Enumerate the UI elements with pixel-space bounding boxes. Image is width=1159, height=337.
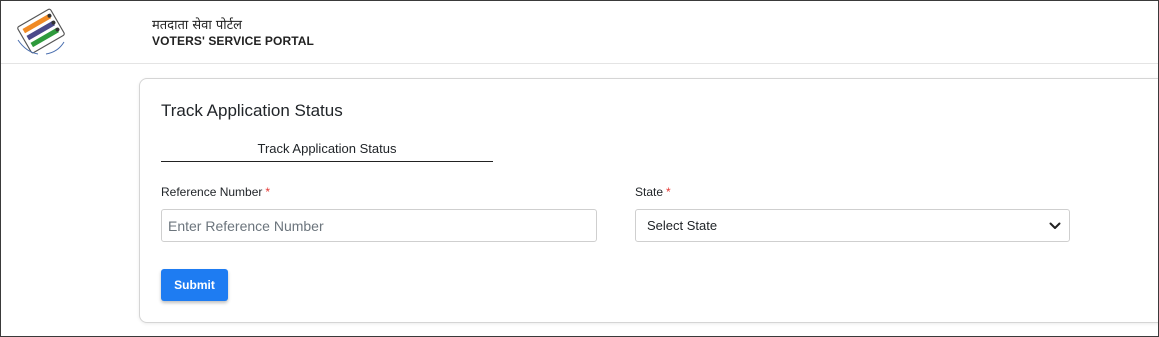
track-status-card: Track Application Status Track Applicati… bbox=[139, 78, 1159, 323]
chevron-down-icon bbox=[1049, 222, 1061, 229]
reference-number-label: Reference Number * bbox=[161, 185, 270, 199]
required-marker: * bbox=[265, 185, 271, 199]
site-header: मतदाता सेवा पोर्टल VOTERS' SERVICE PORTA… bbox=[0, 0, 1159, 64]
submit-button[interactable]: Submit bbox=[161, 269, 228, 301]
reference-number-input[interactable] bbox=[161, 209, 597, 242]
state-select-value: Select State bbox=[647, 218, 718, 233]
reference-number-label-text: Reference Number bbox=[161, 185, 263, 199]
portal-title-hindi: मतदाता सेवा पोर्टल bbox=[152, 18, 242, 33]
state-label-text: State bbox=[635, 185, 664, 199]
election-commission-logo-icon[interactable] bbox=[12, 6, 70, 56]
tab-track-application-status[interactable]: Track Application Status bbox=[161, 141, 493, 162]
required-marker: * bbox=[666, 185, 671, 199]
state-label: State * bbox=[635, 185, 671, 199]
card-title: Track Application Status bbox=[161, 101, 343, 120]
state-select[interactable]: Select State bbox=[635, 209, 1070, 242]
portal-title-english: VOTERS' SERVICE PORTAL bbox=[152, 34, 314, 48]
